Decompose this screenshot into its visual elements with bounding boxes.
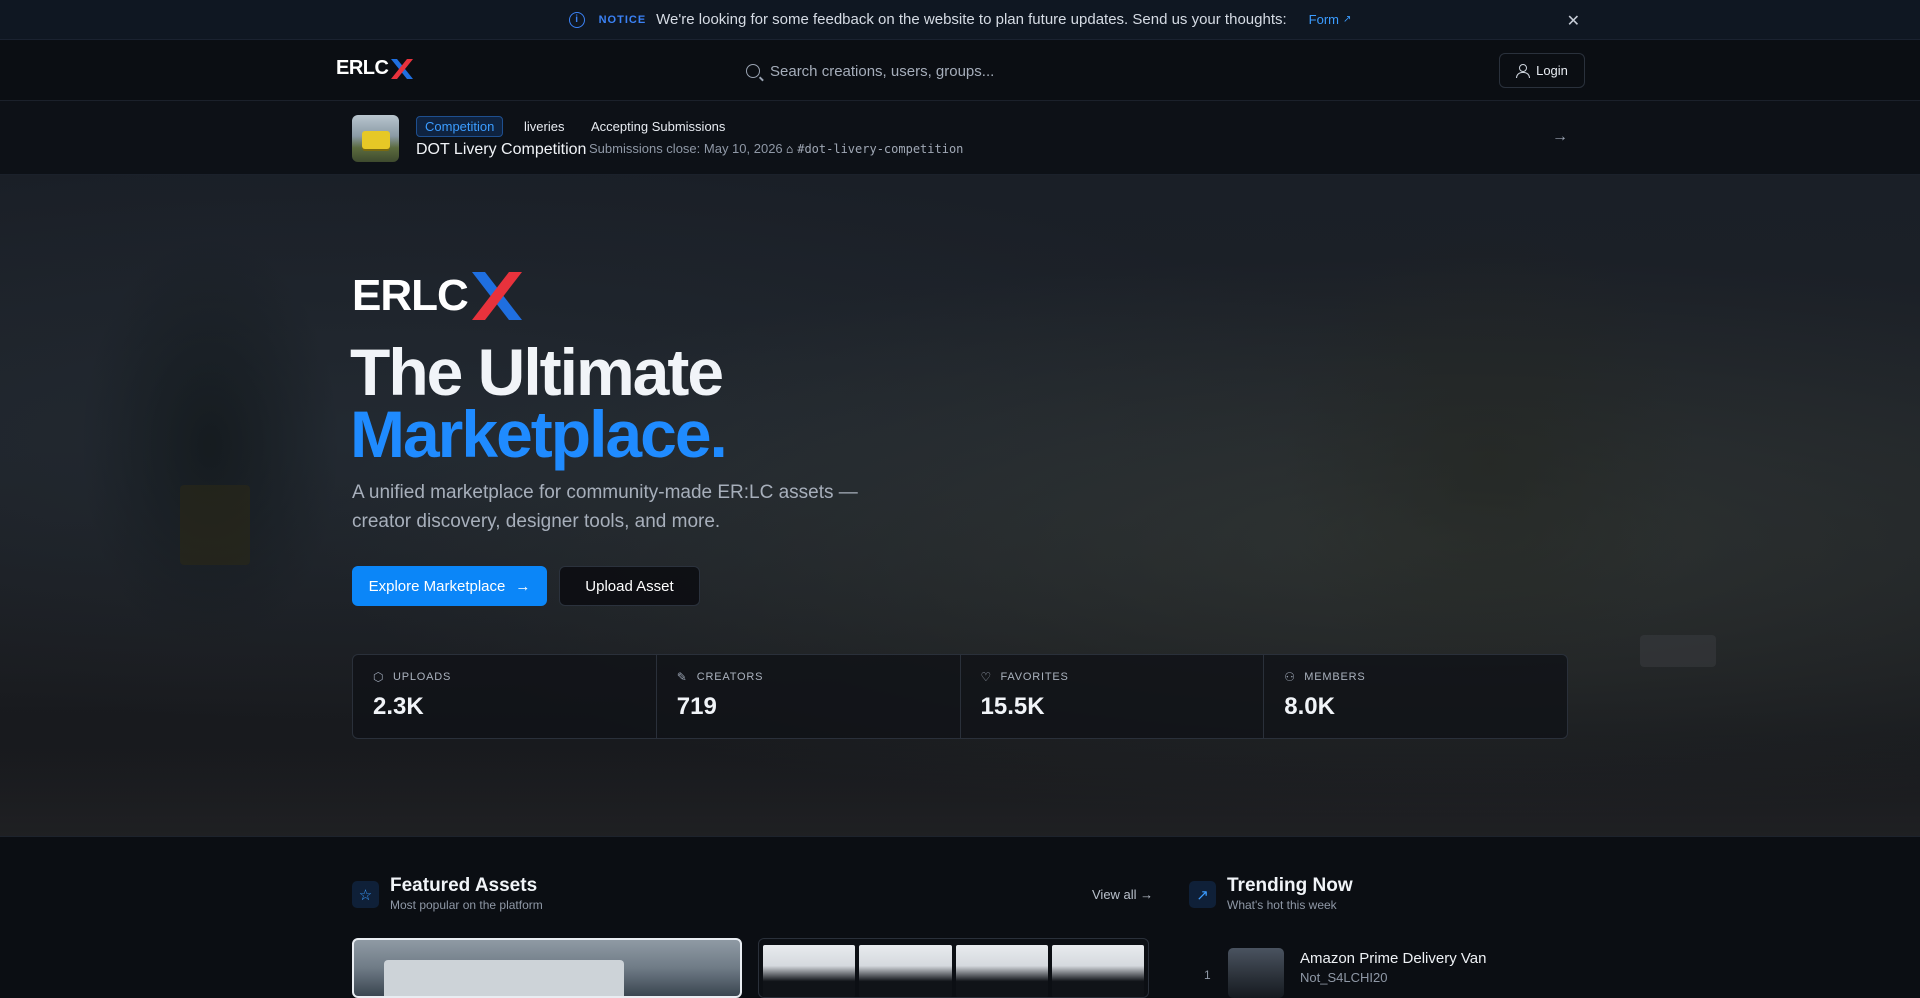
headline-line-2: Marketplace. <box>350 401 728 467</box>
hashtag-text: #dot-livery-competition <box>797 142 964 156</box>
trending-up-icon: ↗ <box>1189 881 1216 908</box>
headline-highlight: Marketplace <box>350 397 712 471</box>
tag-icon: ⌂ <box>786 142 794 156</box>
competition-thumbnail <box>352 115 399 162</box>
notice-bar: i NOTICE We're looking for some feedback… <box>0 0 1920 40</box>
site-logo[interactable]: ERLC <box>336 57 414 80</box>
competition-status: Accepting Submissions <box>591 119 726 134</box>
competition-hashtag: ⌂ #dot-livery-competition <box>786 142 963 156</box>
hero-background-plate <box>1640 635 1716 667</box>
stat-value: 719 <box>676 693 717 720</box>
info-icon: i <box>568 11 585 28</box>
hero-logo-x-mark <box>471 272 522 320</box>
stat-members: ⚇ MEMBERS 8.0K <box>1264 655 1567 738</box>
featured-subtitle: Most popular on the platform <box>390 898 543 912</box>
external-link-icon: ↗ <box>1343 14 1352 25</box>
trending-title: Trending Now <box>1227 875 1353 896</box>
search-input[interactable] <box>770 62 1150 80</box>
hero-headline: The Ultimate Marketplace. <box>350 335 728 467</box>
logo-text: ERLC <box>336 57 389 79</box>
search-icon <box>746 64 760 78</box>
stat-label: CREATORS <box>696 671 764 683</box>
hero-background-sign <box>180 485 250 565</box>
search-bar[interactable] <box>740 53 1180 89</box>
trending-thumbnail <box>1228 948 1284 998</box>
login-button[interactable]: Login <box>1499 53 1585 88</box>
hero-background-vehicle <box>1280 215 1700 715</box>
competition-banner[interactable]: Competition liveries Accepting Submissio… <box>0 101 1920 175</box>
login-label: Login <box>1536 63 1568 78</box>
arrow-right-icon: → <box>515 577 531 595</box>
competition-title: DOT Livery Competition <box>416 141 587 158</box>
competition-close-date: Submissions close: May 10, 2026 <box>589 141 783 156</box>
hero-logo: ERLC <box>352 271 522 321</box>
heart-icon: ♡ <box>980 670 993 684</box>
trending-item[interactable]: 1 Amazon Prime Delivery Van Not_S4LCHI20 <box>1204 948 1486 998</box>
featured-asset-card[interactable] <box>352 938 742 998</box>
hero-background-tree <box>80 235 340 655</box>
upload-label: Upload Asset <box>585 577 674 595</box>
logo-x-mark <box>391 58 414 79</box>
trending-subtitle: What's hot this week <box>1227 898 1337 912</box>
star-icon: ☆ <box>352 881 379 908</box>
competition-category: liveries <box>524 119 565 134</box>
trending-author: Not_S4LCHI20 <box>1300 970 1388 985</box>
stat-label: FAVORITES <box>1000 671 1069 683</box>
hero-section: ERLC The Ultimate Marketplace. A unified… <box>0 175 1920 837</box>
notice-message: We're looking for some feedback on the w… <box>656 11 1287 28</box>
stat-value: 15.5K <box>980 693 1045 720</box>
stat-favorites: ♡ FAVORITES 15.5K <box>961 655 1265 738</box>
stat-uploads: ⬡ UPLOADS 2.3K <box>353 655 657 738</box>
stat-creators: ✎ CREATORS 719 <box>657 655 961 738</box>
competition-badge: Competition <box>416 116 504 137</box>
arrow-right-icon[interactable]: → <box>1552 128 1568 146</box>
headline-line-1: The Ultimate <box>350 335 724 409</box>
headline-dot: . <box>709 397 728 471</box>
explore-label: Explore Marketplace <box>368 577 506 595</box>
trending-rank: 1 <box>1204 968 1211 982</box>
notice-form-link[interactable]: Form ↗ <box>1309 12 1352 27</box>
featured-title: Featured Assets <box>390 875 538 896</box>
upload-asset-button[interactable]: Upload Asset <box>559 566 700 606</box>
brush-icon: ✎ <box>676 670 688 684</box>
explore-marketplace-button[interactable]: Explore Marketplace → <box>352 566 547 606</box>
box-icon: ⬡ <box>373 670 385 684</box>
view-all-link[interactable]: View all → <box>1092 887 1153 902</box>
stat-label: MEMBERS <box>1304 671 1366 683</box>
stat-value: 2.3K <box>373 693 424 720</box>
hero-subtitle: A unified marketplace for community-made… <box>352 482 858 532</box>
notice-tag: NOTICE <box>598 13 647 26</box>
trending-name: Amazon Prime Delivery Van <box>1300 950 1487 967</box>
asset-preview-slot <box>859 945 952 997</box>
featured-asset-card[interactable] <box>758 938 1149 998</box>
notice-form-label: Form <box>1308 12 1339 27</box>
asset-preview-slot <box>955 945 1048 997</box>
site-header: ERLC Login <box>0 40 1920 101</box>
stat-value: 8.0K <box>1284 693 1335 720</box>
stats-panel: ⬡ UPLOADS 2.3K ✎ CREATORS 719 ♡ FAVORITES 1… <box>352 654 1568 739</box>
asset-preview-slot <box>1051 945 1144 997</box>
users-icon: ⚇ <box>1284 670 1296 684</box>
stat-label: UPLOADS <box>393 671 452 683</box>
hero-background-road <box>0 735 1920 836</box>
user-icon <box>1516 64 1531 78</box>
hero-logo-text: ERLC <box>352 271 469 320</box>
close-icon[interactable]: ✕ <box>1567 11 1580 31</box>
asset-preview-slot <box>763 945 856 997</box>
